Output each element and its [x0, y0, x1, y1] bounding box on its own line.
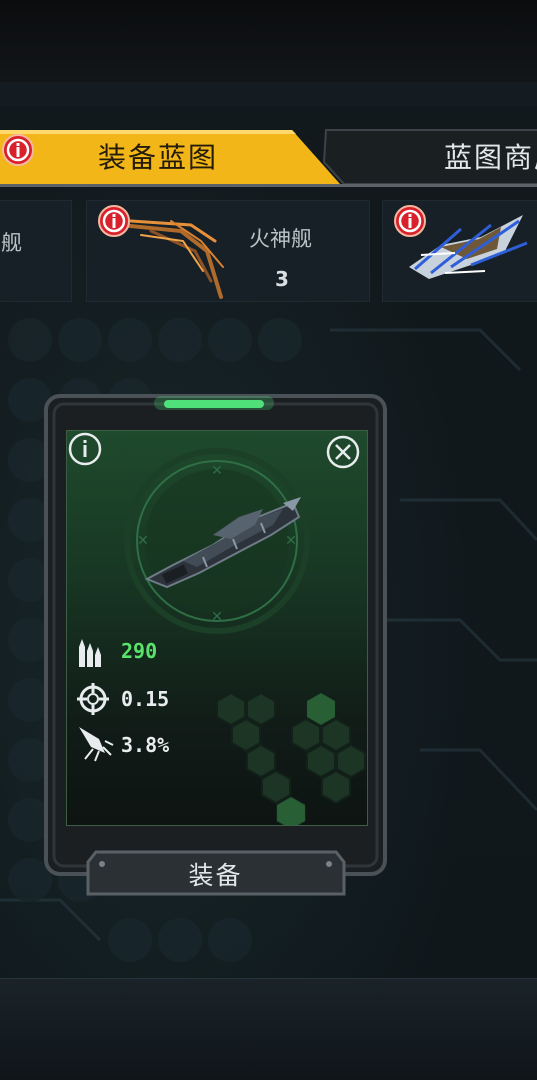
close-icon[interactable] — [326, 435, 360, 469]
stat-value: 3.8% — [121, 733, 170, 757]
tab-blueprint-equipment[interactable]: 装备蓝图 — [0, 128, 342, 186]
crosshair-icon — [77, 683, 109, 715]
svg-text:✕: ✕ — [211, 609, 223, 625]
equip-button[interactable]: 装备 — [44, 856, 387, 892]
top-bar — [0, 0, 537, 82]
tab-blueprint-shop[interactable]: 蓝图商店 — [322, 128, 537, 186]
ammo-icon — [79, 639, 101, 667]
ship-list: 舰 火神舰 3 — [0, 196, 537, 304]
ship-name: 火神舰 — [249, 227, 312, 251]
alert-icon — [2, 134, 34, 166]
equipment-card-body: ✕ ✕ ✕ ✕ 290 0.15 3.8% — [66, 430, 368, 826]
tab-label: 蓝图商店 — [444, 141, 537, 174]
tab-underline — [0, 184, 537, 187]
top-strip — [0, 82, 537, 107]
ship-card-partial[interactable]: 舰 — [0, 200, 72, 302]
game-screen: 装备蓝图 蓝图商店 舰 火神 — [0, 0, 537, 1080]
bottom-bar — [0, 978, 537, 1080]
weapon-icon — [144, 497, 301, 589]
stat-ammo: 290 — [77, 635, 237, 669]
info-icon[interactable] — [68, 432, 102, 466]
alert-icon — [394, 205, 426, 237]
ship-count: 3 — [275, 267, 289, 291]
stat-value: 290 — [121, 639, 158, 663]
stat-critical: 3.8% — [77, 727, 237, 763]
svg-text:✕: ✕ — [211, 463, 223, 479]
stat-accuracy: 0.15 — [77, 683, 237, 717]
alert-icon — [98, 205, 130, 237]
ship-name: 舰 — [1, 231, 22, 255]
equipment-card: ✕ ✕ ✕ ✕ 290 0.15 3.8% 装备 — [44, 394, 387, 904]
tab-label: 装备蓝图 — [98, 141, 219, 174]
rocket-icon — [79, 727, 114, 762]
stat-value: 0.15 — [121, 687, 170, 711]
